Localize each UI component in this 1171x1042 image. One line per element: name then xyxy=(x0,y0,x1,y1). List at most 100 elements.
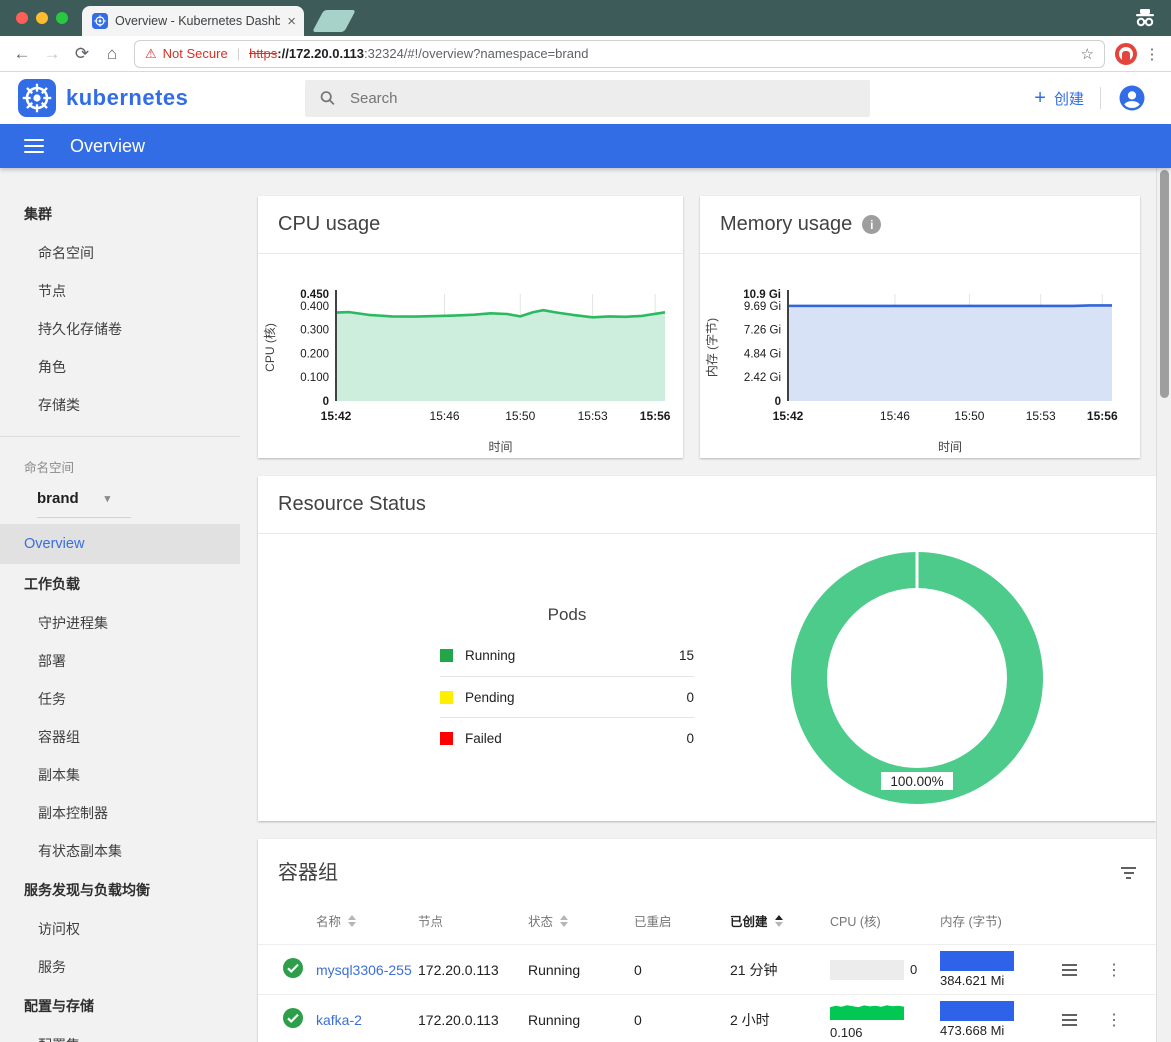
close-tab-icon[interactable]: × xyxy=(287,14,296,29)
cpu-sparkline xyxy=(830,1000,904,1020)
reload-button[interactable]: ⟳ xyxy=(70,44,94,64)
plus-icon: + xyxy=(1034,87,1046,110)
kubernetes-brand[interactable]: kubernetes xyxy=(18,79,305,117)
svg-text:15:53: 15:53 xyxy=(578,409,608,423)
tab-title: Overview - Kubernetes Dashbo xyxy=(115,14,280,28)
info-icon[interactable]: i xyxy=(862,215,881,234)
traffic-lights[interactable] xyxy=(16,12,68,24)
search-bar[interactable] xyxy=(305,80,870,117)
svg-text:0: 0 xyxy=(323,396,329,408)
sidebar-header-config-storage: 配置与存储 xyxy=(0,986,240,1026)
sidebar-item-jobs[interactable]: 任务 xyxy=(0,680,240,718)
sort-icon-active xyxy=(775,915,783,927)
account-icon[interactable] xyxy=(1117,83,1147,113)
zoom-window-button[interactable] xyxy=(56,12,68,24)
scrollbar-thumb[interactable] xyxy=(1160,170,1169,398)
svg-text:时间: 时间 xyxy=(488,440,512,454)
svg-text:15:56: 15:56 xyxy=(640,409,671,423)
running-label: Running xyxy=(465,648,515,663)
svg-text:0.300: 0.300 xyxy=(300,325,329,337)
sidebar-item-config-maps[interactable]: 配置集 xyxy=(0,1026,240,1042)
sidebar-item-replica-sets[interactable]: 副本集 xyxy=(0,756,240,794)
sidebar-item-pods[interactable]: 容器组 xyxy=(0,718,240,756)
sidebar-item-replication-controllers[interactable]: 副本控制器 xyxy=(0,794,240,832)
running-count: 15 xyxy=(679,648,694,663)
back-button[interactable]: ← xyxy=(10,44,34,64)
table-row[interactable]: mysql3306-2553 172.20.0.113 Running 0 21… xyxy=(258,945,1156,995)
browser-menu-icon[interactable]: ⋮ xyxy=(1143,45,1161,63)
row-menu-icon[interactable]: ⋮ xyxy=(1106,962,1122,979)
search-input[interactable] xyxy=(350,90,856,107)
donut-percentage-label: 100.00% xyxy=(890,774,943,789)
sidebar-item-persistent-volumes[interactable]: 持久化存储卷 xyxy=(0,310,240,348)
pod-memory-bar: 384.621 Mi xyxy=(940,951,1062,988)
page-scrollbar[interactable] xyxy=(1156,168,1171,1042)
pods-legend: Pods Running 15 Pending 0 Failed 0 xyxy=(440,605,694,758)
sidebar-header-cluster: 集群 xyxy=(0,194,240,234)
sort-icon xyxy=(560,915,568,927)
column-status[interactable]: 状态 xyxy=(528,911,634,930)
sidebar-item-services[interactable]: 服务 xyxy=(0,948,240,986)
cpu-value: 0.106 xyxy=(830,1025,940,1040)
sidebar-item-nodes[interactable]: 节点 xyxy=(0,272,240,310)
dashboard-header: kubernetes + 创建 xyxy=(0,72,1171,124)
column-cpu: CPU (核) xyxy=(830,911,940,930)
url-host: ://172.20.0.113 xyxy=(277,46,364,61)
sidebar-item-storage-classes[interactable]: 存储类 xyxy=(0,386,240,424)
svg-text:10.9 Gi: 10.9 Gi xyxy=(743,289,781,301)
filter-icon[interactable] xyxy=(1121,863,1136,879)
svg-text:15:53: 15:53 xyxy=(1026,409,1056,423)
home-button[interactable]: ⌂ xyxy=(100,44,124,64)
pods-table-title: 容器组 xyxy=(278,856,338,885)
pods-table-header: 名称 节点 状态 已重启 已创建 CPU (核) 内存 (字节) xyxy=(258,897,1156,945)
column-node[interactable]: 节点 xyxy=(418,911,528,930)
svg-text:15:46: 15:46 xyxy=(880,409,910,423)
address-bar[interactable]: ⚠ Not Secure | https://172.20.0.113:3232… xyxy=(134,40,1105,68)
extension-adblock-icon[interactable] xyxy=(1115,43,1137,65)
pod-link[interactable]: kafka-2 xyxy=(316,1012,412,1028)
column-created-sorted[interactable]: 已创建 xyxy=(730,911,830,930)
browser-tab[interactable]: Overview - Kubernetes Dashbo × xyxy=(82,6,304,36)
table-row[interactable]: kafka-2 172.20.0.113 Running 0 2 小时 0.10… xyxy=(258,995,1156,1042)
sidebar-item-daemon-sets[interactable]: 守护进程集 xyxy=(0,604,240,642)
svg-text:0.100: 0.100 xyxy=(300,372,329,384)
menu-hamburger-icon[interactable] xyxy=(24,139,44,153)
not-secure-label[interactable]: Not Secure xyxy=(163,46,228,61)
status-ok-icon xyxy=(282,1007,304,1029)
sidebar-item-ingresses[interactable]: 访问权 xyxy=(0,910,240,948)
logs-icon[interactable] xyxy=(1062,964,1106,976)
svg-text:0.400: 0.400 xyxy=(300,301,329,313)
svg-text:15:42: 15:42 xyxy=(773,409,804,423)
create-button[interactable]: + 创建 xyxy=(1034,87,1084,110)
namespace-select[interactable]: brand ▾ xyxy=(0,480,240,509)
legend-row-running: Running 15 xyxy=(440,635,694,676)
sidebar-header-discovery: 服务发现与负载均衡 xyxy=(0,870,240,910)
new-tab-button[interactable] xyxy=(312,10,356,32)
svg-text:2.42 Gi: 2.42 Gi xyxy=(744,372,781,384)
row-menu-icon[interactable]: ⋮ xyxy=(1106,1012,1122,1029)
sidebar-item-roles[interactable]: 角色 xyxy=(0,348,240,386)
pod-link[interactable]: mysql3306-2553 xyxy=(316,962,412,978)
sidebar-item-namespaces[interactable]: 命名空间 xyxy=(0,234,240,272)
column-name[interactable]: 名称 xyxy=(316,911,418,930)
forward-button[interactable]: → xyxy=(40,44,64,64)
logs-icon[interactable] xyxy=(1062,1014,1106,1026)
bookmark-star-icon[interactable]: ☆ xyxy=(1081,45,1094,63)
close-window-button[interactable] xyxy=(16,12,28,24)
cpu-sparkline-empty xyxy=(830,960,904,980)
pod-restarts: 0 xyxy=(634,962,730,978)
pod-status: Running xyxy=(528,962,634,978)
namespace-value: brand xyxy=(37,490,79,507)
sidebar-item-stateful-sets[interactable]: 有状态副本集 xyxy=(0,832,240,870)
svg-text:15:46: 15:46 xyxy=(430,409,460,423)
column-restarts[interactable]: 已重启 xyxy=(634,911,730,930)
pods-donut-chart: 100.00% xyxy=(782,548,1052,815)
column-memory: 内存 (字节) xyxy=(940,911,1062,930)
kubernetes-logo-icon xyxy=(18,79,56,117)
sidebar-item-overview-active[interactable]: Overview xyxy=(0,524,240,564)
sidebar-item-deployments[interactable]: 部署 xyxy=(0,642,240,680)
pods-legend-title: Pods xyxy=(440,605,694,625)
svg-text:0: 0 xyxy=(775,396,781,408)
minimize-window-button[interactable] xyxy=(36,12,48,24)
svg-text:15:56: 15:56 xyxy=(1087,409,1118,423)
